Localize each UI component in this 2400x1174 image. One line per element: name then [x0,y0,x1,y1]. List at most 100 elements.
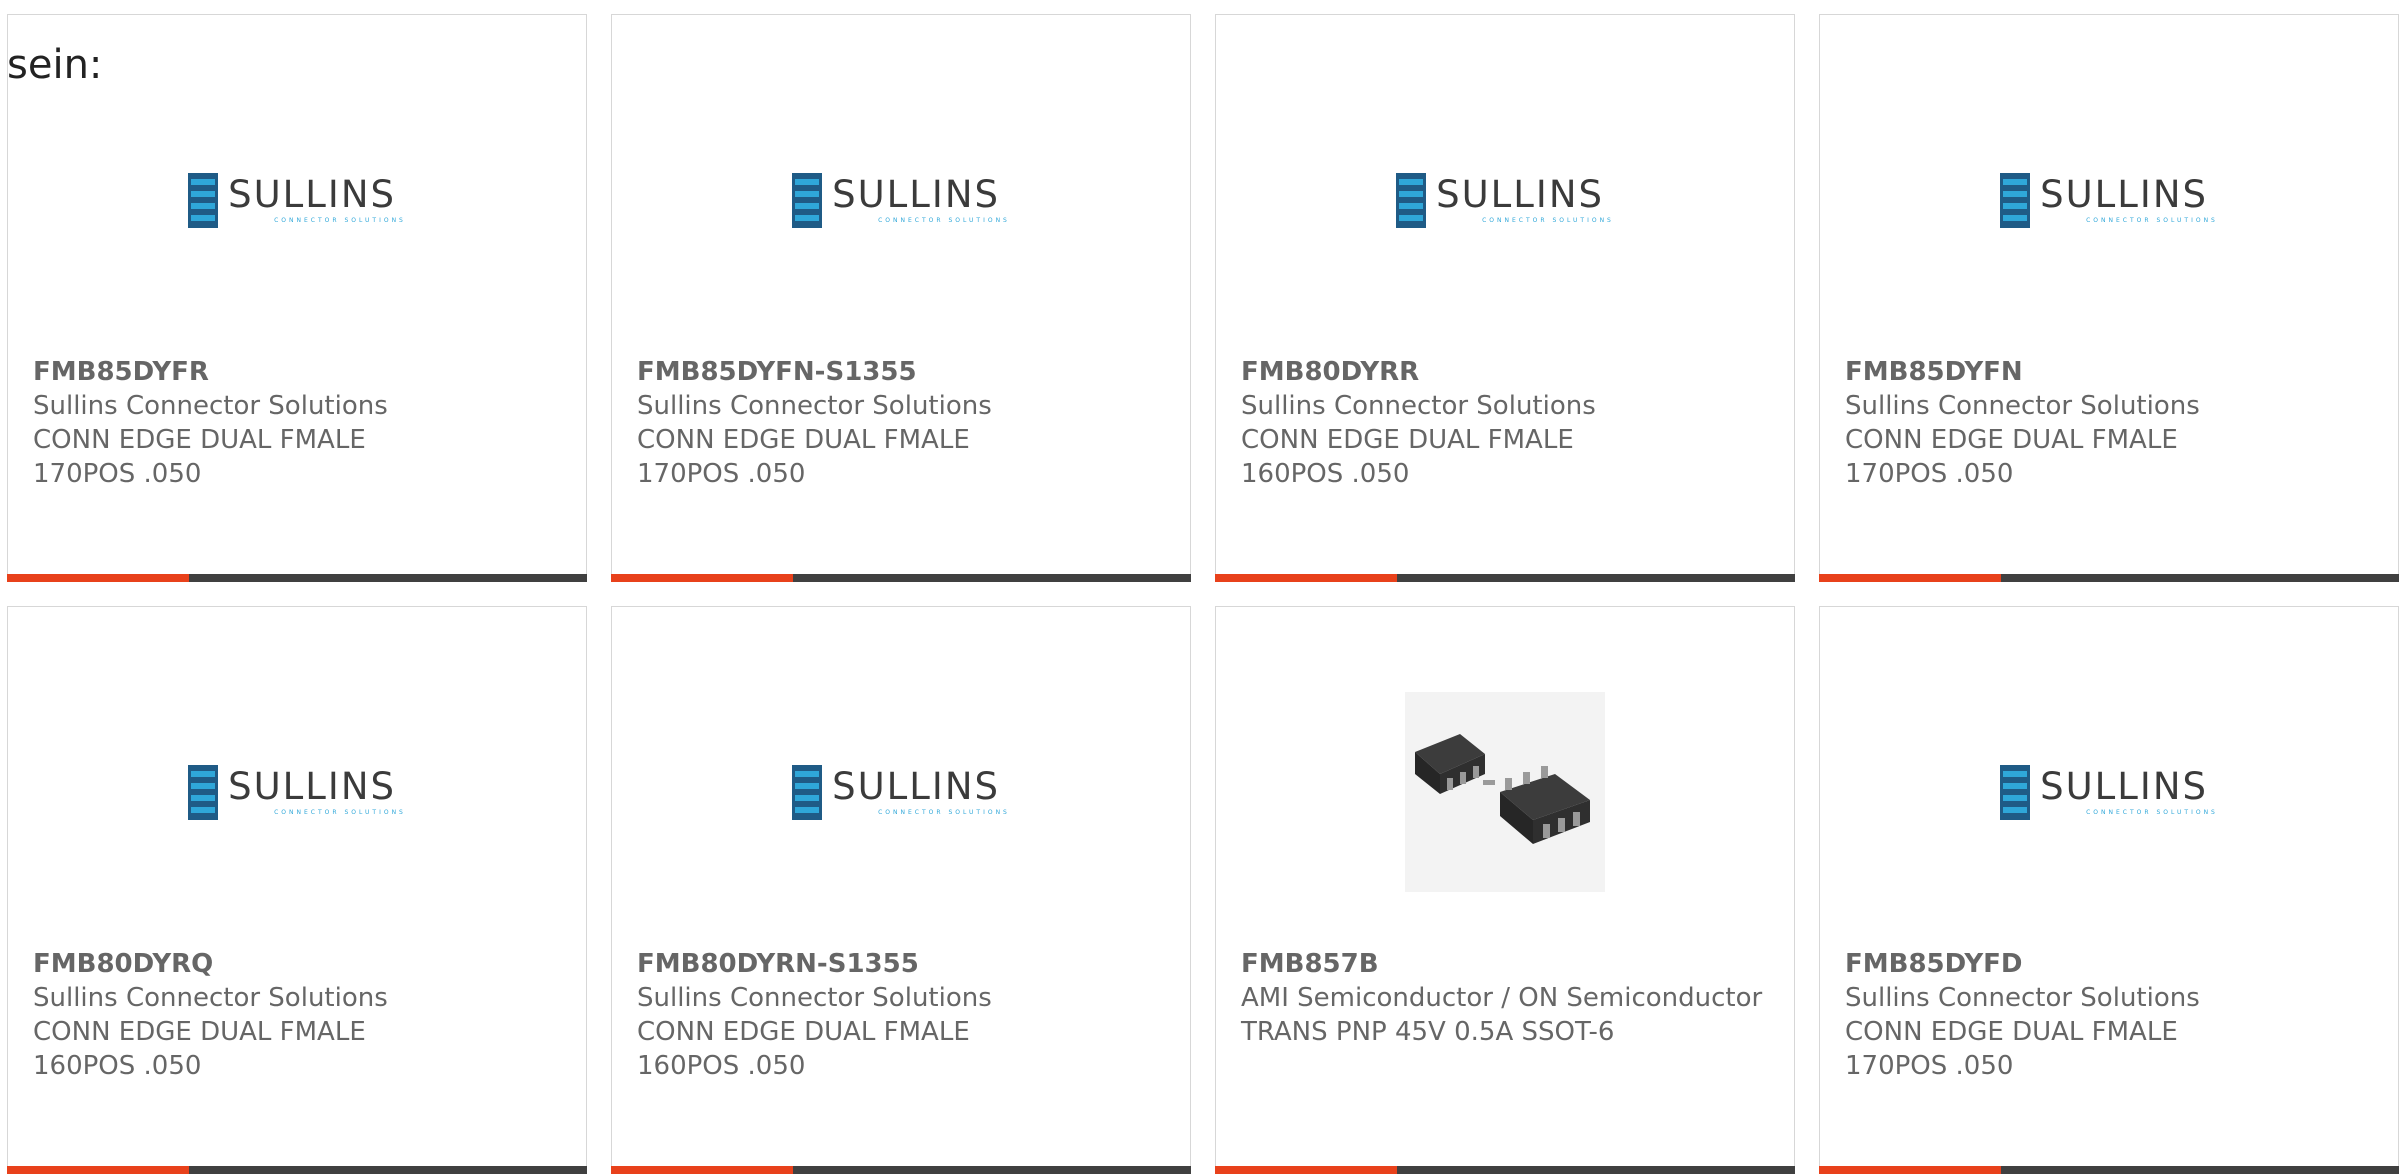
logo-sub: CONNECTOR SOLUTIONS [2086,809,2218,816]
logo-word: SULLINS [228,173,396,216]
product-image: SULLINS CONNECTOR SOLUTIONS [612,135,1190,265]
description-line-2: 170POS .050 [637,459,806,489]
card-bottom-bar [1819,574,2399,582]
product-info: FMB85DYFR Sullins Connector Solutions CO… [33,355,566,491]
description-line-1: CONN EDGE DUAL FMALE [637,425,970,455]
card-accent [7,1166,189,1174]
logo-sub: CONNECTOR SOLUTIONS [1482,217,1614,224]
part-number[interactable]: FMB85DYFN [1845,355,2378,389]
part-number[interactable]: FMB80DYRQ [33,947,566,981]
description-line-1: CONN EDGE DUAL FMALE [33,425,366,455]
description-line-2: 160POS .050 [33,1051,202,1081]
card-bottom-bar [1215,1166,1795,1174]
product-info: FMB80DYRR Sullins Connector Solutions CO… [1241,355,1774,491]
description-line-2: 160POS .050 [1241,459,1410,489]
manufacturer: Sullins Connector Solutions [1845,983,2200,1013]
part-number[interactable]: FMB85DYFR [33,355,566,389]
description-line-1: CONN EDGE DUAL FMALE [1845,1017,2178,1047]
product-card[interactable]: SULLINS CONNECTOR SOLUTIONS FMB85DYFN Su… [1819,14,2399,582]
description-line-2: 170POS .050 [33,459,202,489]
card-bottom-bar [611,574,1191,582]
product-info: FMB85DYFN Sullins Connector Solutions CO… [1845,355,2378,491]
manufacturer: Sullins Connector Solutions [33,391,388,421]
chip-photo [1405,692,1605,892]
card-bottom-bar [1215,574,1795,582]
logo-sub: CONNECTOR SOLUTIONS [274,217,406,224]
card-bottom-bar [7,574,587,582]
card-accent [611,1166,793,1174]
sullins-logo-mark-icon [188,172,219,228]
sullins-logo: SULLINS CONNECTOR SOLUTIONS [2000,764,2218,820]
product-image: SULLINS CONNECTOR SOLUTIONS [1820,727,2398,857]
logo-word: SULLINS [2040,173,2208,216]
description-line-1: TRANS PNP 45V 0.5A SSOT-6 [1241,1017,1615,1047]
manufacturer: Sullins Connector Solutions [1241,391,1596,421]
sullins-logo: SULLINS CONNECTOR SOLUTIONS [188,172,406,228]
card-bottom-bar [1819,1166,2399,1174]
part-number[interactable]: FMB85DYFD [1845,947,2378,981]
card-accent [1819,1166,2001,1174]
card-bottom-bar [7,1166,587,1174]
manufacturer: AMI Semiconductor / ON Semiconductor [1241,983,1763,1013]
sullins-logo: SULLINS CONNECTOR SOLUTIONS [792,172,1010,228]
product-card[interactable]: SULLINS CONNECTOR SOLUTIONS FMB80DYRQ Su… [7,606,587,1174]
part-number[interactable]: FMB80DYRR [1241,355,1774,389]
part-number[interactable]: FMB857B [1241,947,1774,981]
logo-word: SULLINS [228,765,396,808]
product-image: SULLINS CONNECTOR SOLUTIONS [8,727,586,857]
logo-sub: CONNECTOR SOLUTIONS [2086,217,2218,224]
sullins-logo-mark-icon [2000,764,2031,820]
description-line-2: 170POS .050 [1845,459,2014,489]
sullins-logo-mark-icon [188,764,219,820]
product-card[interactable]: SULLINS CONNECTOR SOLUTIONS FMB85DYFN-S1… [611,14,1191,582]
product-image [1216,692,1794,892]
sullins-logo: SULLINS CONNECTOR SOLUTIONS [188,764,406,820]
product-card[interactable]: FMB857B AMI Semiconductor / ON Semicondu… [1215,606,1795,1174]
logo-word: SULLINS [1436,173,1604,216]
card-bottom-bar [611,1166,1191,1174]
product-image: SULLINS CONNECTOR SOLUTIONS [8,135,586,265]
card-accent [7,574,189,582]
manufacturer: Sullins Connector Solutions [1845,391,2200,421]
description-line-1: CONN EDGE DUAL FMALE [33,1017,366,1047]
intro-text: sein: [7,42,103,88]
manufacturer: Sullins Connector Solutions [637,391,992,421]
logo-sub: CONNECTOR SOLUTIONS [878,809,1010,816]
card-accent [1819,574,2001,582]
sullins-logo-mark-icon [2000,172,2031,228]
card-accent [611,574,793,582]
product-card[interactable]: SULLINS CONNECTOR SOLUTIONS FMB85DYFD Su… [1819,606,2399,1174]
product-image: SULLINS CONNECTOR SOLUTIONS [612,727,1190,857]
manufacturer: Sullins Connector Solutions [637,983,992,1013]
product-card[interactable]: SULLINS CONNECTOR SOLUTIONS FMB80DYRN-S1… [611,606,1191,1174]
sot6-chip-icon [1405,692,1605,892]
sullins-logo: SULLINS CONNECTOR SOLUTIONS [2000,172,2218,228]
product-info: FMB85DYFD Sullins Connector Solutions CO… [1845,947,2378,1083]
product-info: FMB85DYFN-S1355 Sullins Connector Soluti… [637,355,1170,491]
description-line-2: 170POS .050 [1845,1051,2014,1081]
logo-sub: CONNECTOR SOLUTIONS [274,809,406,816]
description-line-1: CONN EDGE DUAL FMALE [637,1017,970,1047]
product-info: FMB80DYRQ Sullins Connector Solutions CO… [33,947,566,1083]
description-line-1: CONN EDGE DUAL FMALE [1241,425,1574,455]
product-card[interactable]: SULLINS CONNECTOR SOLUTIONS FMB80DYRR Su… [1215,14,1795,582]
product-info: FMB857B AMI Semiconductor / ON Semicondu… [1241,947,1774,1049]
sullins-logo: SULLINS CONNECTOR SOLUTIONS [1396,172,1614,228]
logo-word: SULLINS [832,765,1000,808]
product-card[interactable]: SULLINS CONNECTOR SOLUTIONS FMB85DYFR Su… [7,14,587,582]
sullins-logo-mark-icon [792,764,823,820]
product-grid: SULLINS CONNECTOR SOLUTIONS FMB85DYFR Su… [7,14,2399,1174]
product-image: SULLINS CONNECTOR SOLUTIONS [1820,135,2398,265]
part-number[interactable]: FMB85DYFN-S1355 [637,355,1170,389]
product-image: SULLINS CONNECTOR SOLUTIONS [1216,135,1794,265]
card-accent [1215,1166,1397,1174]
description-line-1: CONN EDGE DUAL FMALE [1845,425,2178,455]
sullins-logo-mark-icon [792,172,823,228]
sullins-logo-mark-icon [1396,172,1427,228]
logo-word: SULLINS [832,173,1000,216]
logo-sub: CONNECTOR SOLUTIONS [878,217,1010,224]
description-line-2: 160POS .050 [637,1051,806,1081]
part-number[interactable]: FMB80DYRN-S1355 [637,947,1170,981]
card-accent [1215,574,1397,582]
sullins-logo: SULLINS CONNECTOR SOLUTIONS [792,764,1010,820]
